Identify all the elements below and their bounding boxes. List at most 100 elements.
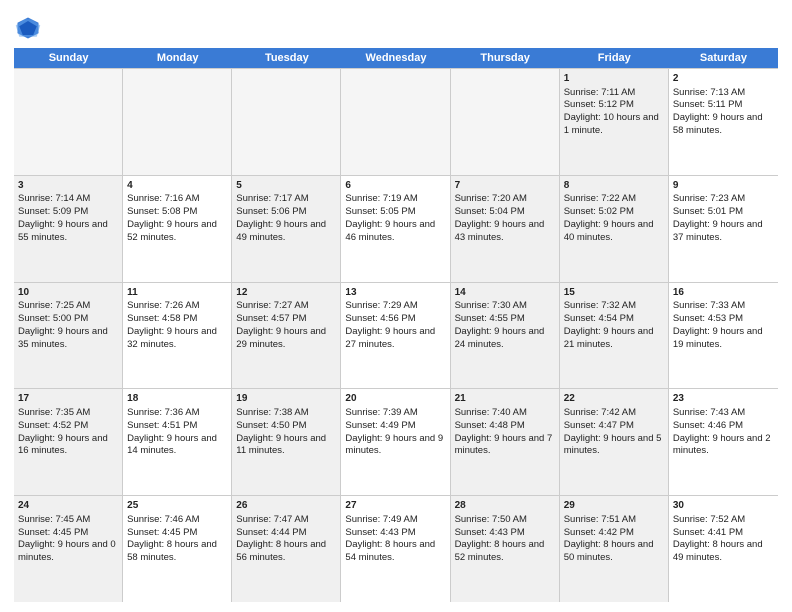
calendar-cell: [14, 69, 123, 175]
day-info: Sunset: 5:08 PM: [127, 206, 227, 219]
day-number: 20: [345, 392, 445, 406]
calendar-cell: 26Sunrise: 7:47 AMSunset: 4:44 PMDayligh…: [232, 496, 341, 602]
day-number: 16: [673, 286, 774, 300]
day-info: Sunset: 5:11 PM: [673, 99, 774, 112]
day-info: Sunrise: 7:39 AM: [345, 407, 445, 420]
day-info: Daylight: 9 hours and 24 minutes.: [455, 326, 555, 352]
day-info: Sunset: 4:54 PM: [564, 313, 664, 326]
day-info: Sunset: 4:50 PM: [236, 420, 336, 433]
day-number: 29: [564, 499, 664, 513]
day-info: Sunrise: 7:11 AM: [564, 87, 664, 100]
day-number: 13: [345, 286, 445, 300]
day-info: Sunset: 4:57 PM: [236, 313, 336, 326]
day-number: 8: [564, 179, 664, 193]
day-number: 25: [127, 499, 227, 513]
calendar-row: 3Sunrise: 7:14 AMSunset: 5:09 PMDaylight…: [14, 176, 778, 283]
calendar: SundayMondayTuesdayWednesdayThursdayFrid…: [14, 48, 778, 602]
weekday-header: Monday: [123, 48, 232, 68]
day-info: Daylight: 9 hours and 0 minutes.: [18, 539, 118, 565]
calendar-cell: 17Sunrise: 7:35 AMSunset: 4:52 PMDayligh…: [14, 389, 123, 495]
day-info: Sunrise: 7:36 AM: [127, 407, 227, 420]
calendar-row: 17Sunrise: 7:35 AMSunset: 4:52 PMDayligh…: [14, 389, 778, 496]
weekday-header: Saturday: [669, 48, 778, 68]
day-info: Sunset: 4:43 PM: [455, 527, 555, 540]
calendar-cell: 16Sunrise: 7:33 AMSunset: 4:53 PMDayligh…: [669, 283, 778, 389]
day-info: Daylight: 8 hours and 52 minutes.: [455, 539, 555, 565]
calendar-cell: 13Sunrise: 7:29 AMSunset: 4:56 PMDayligh…: [341, 283, 450, 389]
calendar-cell: 12Sunrise: 7:27 AMSunset: 4:57 PMDayligh…: [232, 283, 341, 389]
calendar-cell: 23Sunrise: 7:43 AMSunset: 4:46 PMDayligh…: [669, 389, 778, 495]
day-info: Daylight: 9 hours and 11 minutes.: [236, 433, 336, 459]
day-info: Daylight: 9 hours and 7 minutes.: [455, 433, 555, 459]
day-info: Sunrise: 7:46 AM: [127, 514, 227, 527]
day-info: Daylight: 9 hours and 2 minutes.: [673, 433, 774, 459]
day-info: Sunset: 4:55 PM: [455, 313, 555, 326]
day-number: 23: [673, 392, 774, 406]
day-number: 26: [236, 499, 336, 513]
day-info: Sunset: 5:05 PM: [345, 206, 445, 219]
day-number: 6: [345, 179, 445, 193]
day-info: Daylight: 8 hours and 54 minutes.: [345, 539, 445, 565]
day-info: Sunrise: 7:35 AM: [18, 407, 118, 420]
calendar-cell: 21Sunrise: 7:40 AMSunset: 4:48 PMDayligh…: [451, 389, 560, 495]
weekday-header: Sunday: [14, 48, 123, 68]
day-info: Daylight: 9 hours and 58 minutes.: [673, 112, 774, 138]
day-info: Sunset: 4:45 PM: [18, 527, 118, 540]
calendar-cell: [232, 69, 341, 175]
calendar-cell: 4Sunrise: 7:16 AMSunset: 5:08 PMDaylight…: [123, 176, 232, 282]
calendar-cell: [341, 69, 450, 175]
day-number: 19: [236, 392, 336, 406]
day-info: Daylight: 9 hours and 40 minutes.: [564, 219, 664, 245]
day-info: Daylight: 9 hours and 16 minutes.: [18, 433, 118, 459]
calendar-cell: 20Sunrise: 7:39 AMSunset: 4:49 PMDayligh…: [341, 389, 450, 495]
calendar-cell: 3Sunrise: 7:14 AMSunset: 5:09 PMDaylight…: [14, 176, 123, 282]
day-info: Sunrise: 7:42 AM: [564, 407, 664, 420]
day-info: Daylight: 9 hours and 14 minutes.: [127, 433, 227, 459]
day-number: 4: [127, 179, 227, 193]
day-number: 18: [127, 392, 227, 406]
day-info: Sunrise: 7:33 AM: [673, 300, 774, 313]
day-number: 1: [564, 72, 664, 86]
day-info: Sunset: 4:44 PM: [236, 527, 336, 540]
day-info: Sunset: 4:51 PM: [127, 420, 227, 433]
day-info: Sunset: 4:58 PM: [127, 313, 227, 326]
calendar-cell: 18Sunrise: 7:36 AMSunset: 4:51 PMDayligh…: [123, 389, 232, 495]
day-number: 27: [345, 499, 445, 513]
day-info: Sunrise: 7:14 AM: [18, 193, 118, 206]
day-number: 2: [673, 72, 774, 86]
calendar-cell: 25Sunrise: 7:46 AMSunset: 4:45 PMDayligh…: [123, 496, 232, 602]
day-number: 30: [673, 499, 774, 513]
day-info: Sunrise: 7:40 AM: [455, 407, 555, 420]
day-info: Sunset: 5:06 PM: [236, 206, 336, 219]
calendar-row: 24Sunrise: 7:45 AMSunset: 4:45 PMDayligh…: [14, 496, 778, 602]
day-info: Daylight: 8 hours and 56 minutes.: [236, 539, 336, 565]
day-info: Sunrise: 7:51 AM: [564, 514, 664, 527]
calendar-cell: 27Sunrise: 7:49 AMSunset: 4:43 PMDayligh…: [341, 496, 450, 602]
day-info: Sunrise: 7:16 AM: [127, 193, 227, 206]
day-info: Daylight: 8 hours and 49 minutes.: [673, 539, 774, 565]
day-info: Daylight: 9 hours and 46 minutes.: [345, 219, 445, 245]
calendar-row: 10Sunrise: 7:25 AMSunset: 5:00 PMDayligh…: [14, 283, 778, 390]
day-info: Daylight: 9 hours and 29 minutes.: [236, 326, 336, 352]
weekday-header: Friday: [560, 48, 669, 68]
calendar-cell: 6Sunrise: 7:19 AMSunset: 5:05 PMDaylight…: [341, 176, 450, 282]
day-info: Daylight: 9 hours and 55 minutes.: [18, 219, 118, 245]
day-info: Sunset: 4:42 PM: [564, 527, 664, 540]
day-info: Sunset: 4:48 PM: [455, 420, 555, 433]
day-info: Sunrise: 7:17 AM: [236, 193, 336, 206]
day-info: Daylight: 9 hours and 35 minutes.: [18, 326, 118, 352]
day-info: Sunset: 4:46 PM: [673, 420, 774, 433]
calendar-row: 1Sunrise: 7:11 AMSunset: 5:12 PMDaylight…: [14, 68, 778, 176]
day-info: Sunset: 4:43 PM: [345, 527, 445, 540]
day-info: Sunrise: 7:27 AM: [236, 300, 336, 313]
day-info: Sunset: 5:00 PM: [18, 313, 118, 326]
calendar-body: 1Sunrise: 7:11 AMSunset: 5:12 PMDaylight…: [14, 68, 778, 602]
calendar-cell: 9Sunrise: 7:23 AMSunset: 5:01 PMDaylight…: [669, 176, 778, 282]
day-info: Sunset: 4:47 PM: [564, 420, 664, 433]
day-info: Sunrise: 7:52 AM: [673, 514, 774, 527]
day-info: Daylight: 9 hours and 49 minutes.: [236, 219, 336, 245]
day-number: 9: [673, 179, 774, 193]
day-info: Sunset: 4:41 PM: [673, 527, 774, 540]
logo: [14, 14, 46, 42]
calendar-cell: 24Sunrise: 7:45 AMSunset: 4:45 PMDayligh…: [14, 496, 123, 602]
